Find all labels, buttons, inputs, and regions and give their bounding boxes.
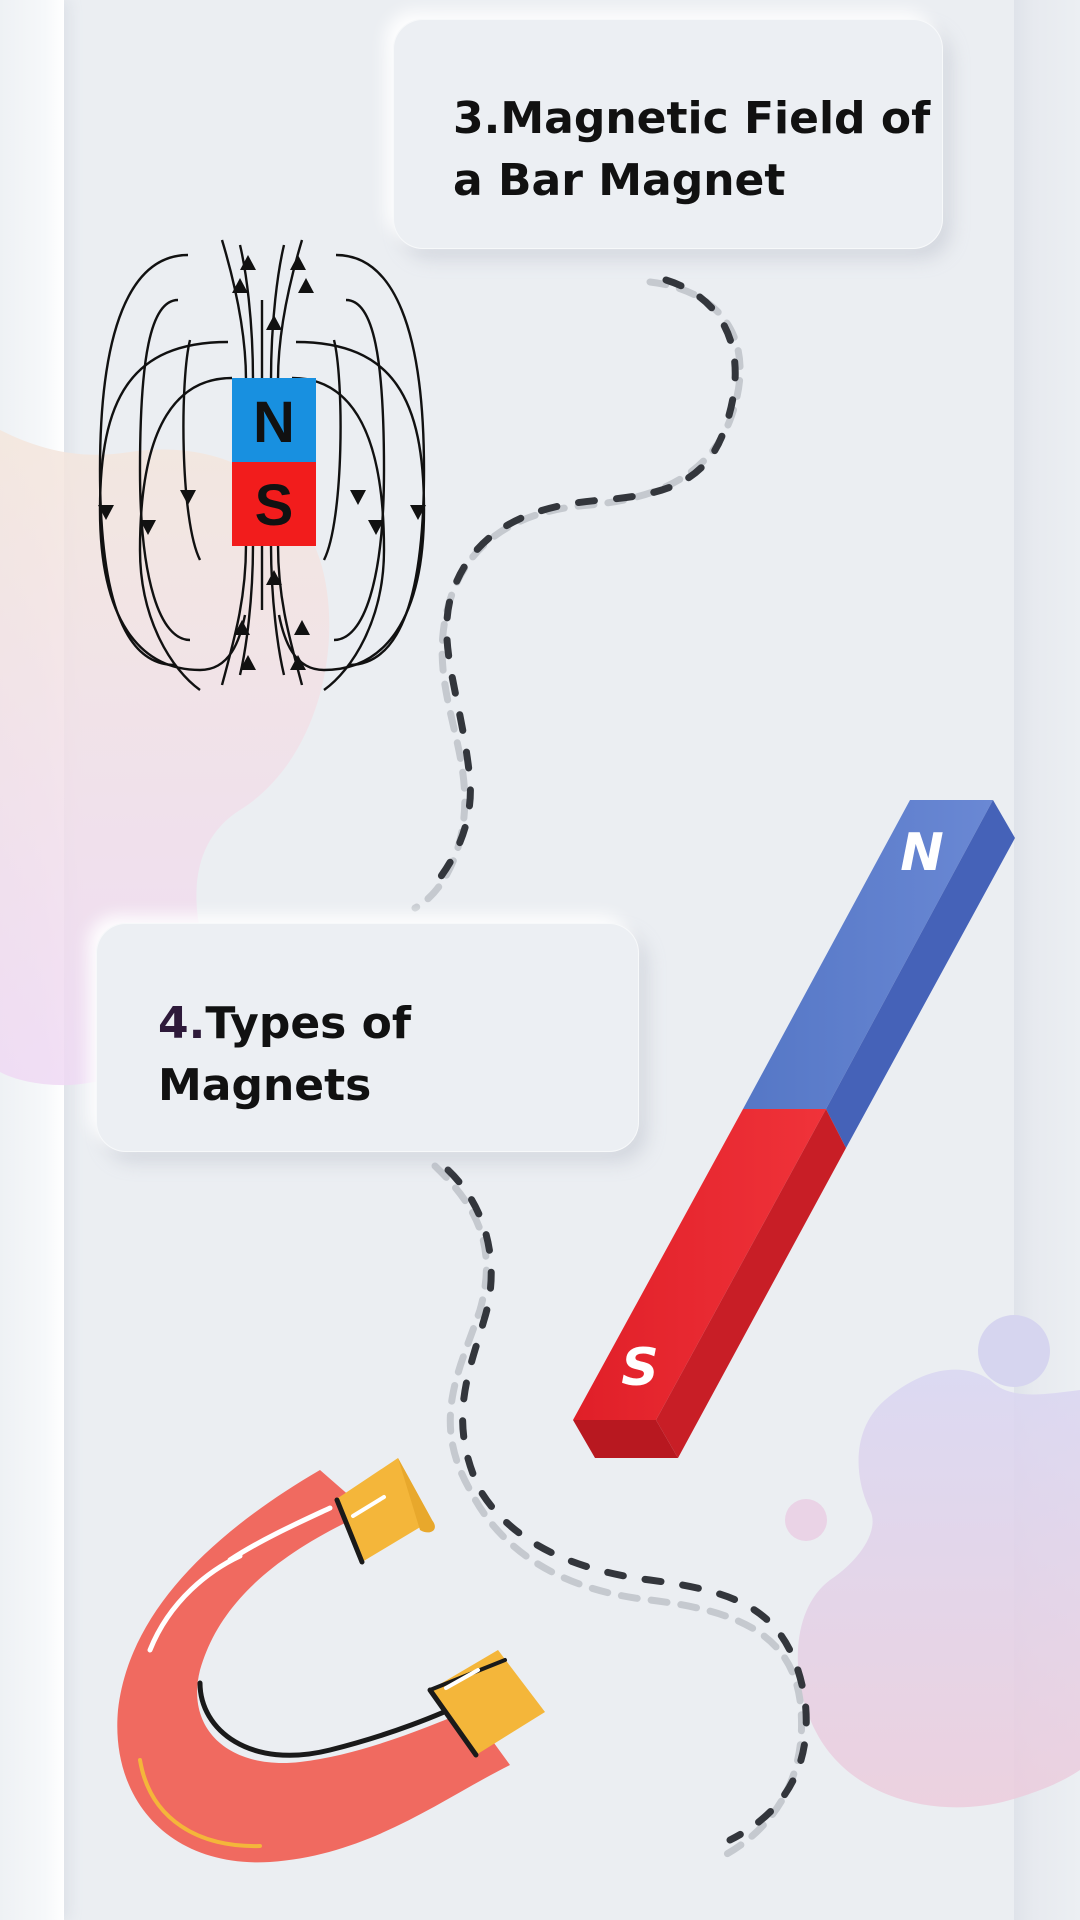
section-card-3: 3.Magnetic Field of a Bar Magnet <box>393 19 943 249</box>
infographic-page: N S N S 3.Magnetic Field of a Bar Magnet… <box>0 0 1080 1920</box>
section-number-4: 4. <box>158 998 206 1049</box>
section-number-3: 3. <box>453 93 501 144</box>
section-card-4: 4.Types of Magnets <box>96 923 639 1152</box>
section-label-3: Magnetic Field of a Bar Magnet <box>453 93 931 206</box>
section-title-3: 3.Magnetic Field of a Bar Magnet <box>453 88 933 212</box>
section-title-4: 4.Types of Magnets <box>158 993 638 1117</box>
